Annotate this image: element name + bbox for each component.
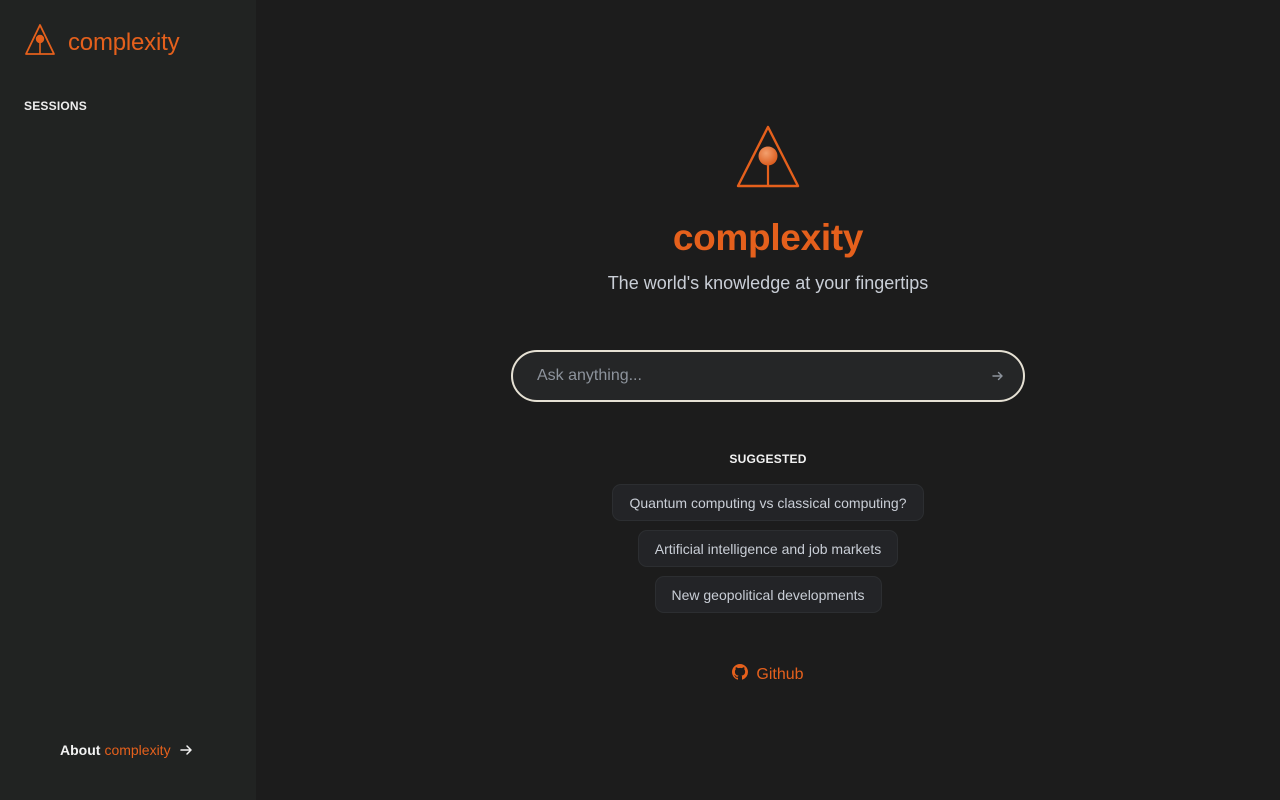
sidebar-brand[interactable]: complexity [24, 23, 180, 62]
brand-name: complexity [68, 28, 180, 56]
suggestion-chip[interactable]: Quantum computing vs classical computing… [612, 484, 924, 521]
suggestion-chip[interactable]: New geopolitical developments [654, 576, 882, 613]
logo-icon [24, 23, 56, 62]
arrow-right-icon [179, 743, 193, 757]
sessions-heading: SESSIONS [24, 99, 87, 113]
app-window: complexity SESSIONS About complexity com… [0, 0, 1280, 800]
suggested-heading: SUGGESTED [729, 452, 807, 466]
search-bar [511, 350, 1025, 402]
about-prefix: About [60, 742, 101, 758]
github-label: Github [756, 665, 804, 683]
home-center: complexity The world's knowledge at your… [256, 0, 1280, 685]
about-link[interactable]: About complexity [60, 742, 193, 758]
search-input[interactable] [537, 367, 989, 385]
page-title: complexity [672, 217, 864, 258]
suggestion-list: Quantum computing vs classical computing… [612, 484, 924, 613]
submit-arrow-icon[interactable] [989, 367, 1007, 385]
about-brand: complexity [104, 742, 171, 758]
github-link[interactable]: Github [732, 664, 804, 685]
suggestion-chip[interactable]: Artificial intelligence and job markets [637, 530, 899, 567]
tagline: The world's knowledge at your fingertips [607, 273, 929, 293]
sidebar: complexity SESSIONS About complexity [0, 0, 256, 800]
main-panel: complexity The world's knowledge at your… [256, 0, 1280, 800]
logo-icon [735, 124, 801, 195]
github-icon [732, 664, 749, 685]
